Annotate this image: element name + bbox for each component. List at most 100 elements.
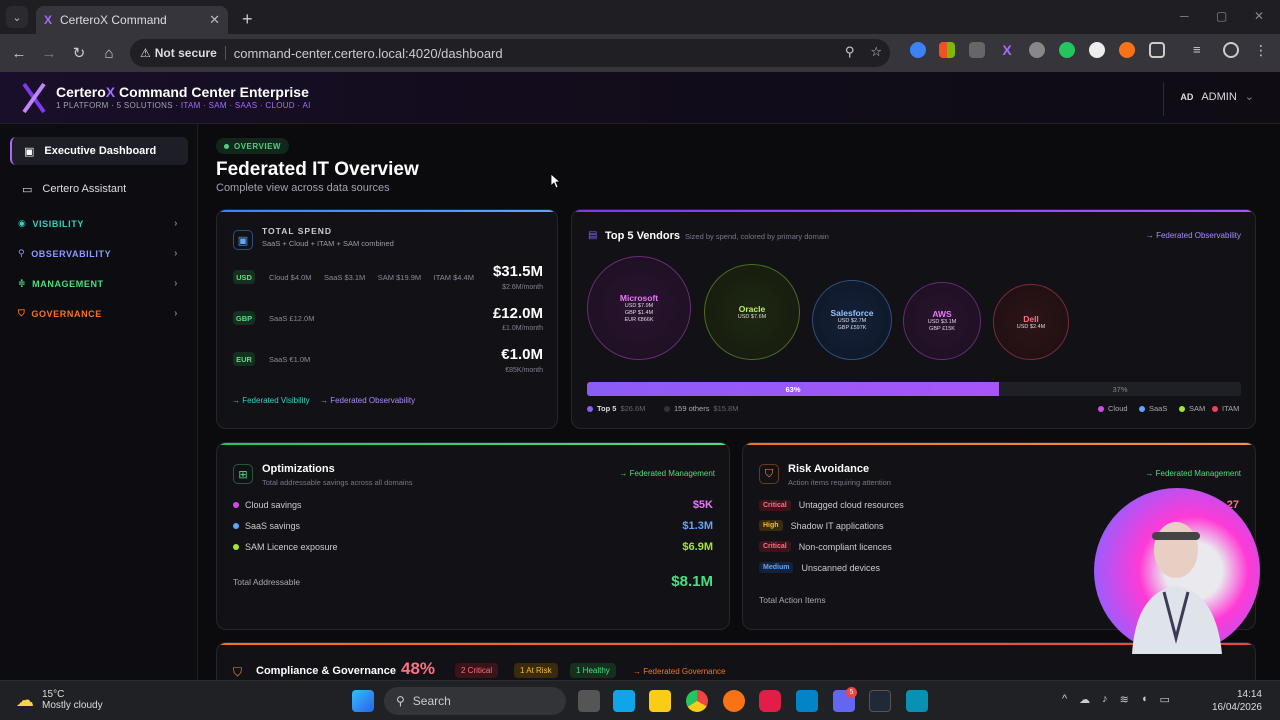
vendor-bubble-aws[interactable]: AWS USD $3.1M GBP £15K bbox=[903, 282, 981, 360]
taskbar-search[interactable]: ⚲ Search bbox=[384, 687, 566, 715]
total-spend-card: ▣ TOTAL SPEND SaaS + Cloud + ITAM + SAM … bbox=[216, 209, 558, 429]
savings-row: SAM Licence exposure $6.9M bbox=[233, 541, 713, 553]
cloud-extension-icon[interactable] bbox=[1089, 42, 1105, 58]
onedrive-icon[interactable]: ☁ bbox=[1079, 693, 1090, 706]
back-icon[interactable]: ← bbox=[4, 45, 34, 62]
vendor-bubble-oracle[interactable]: Oracle USD $7.6M bbox=[704, 264, 800, 360]
camera-extension-icon[interactable] bbox=[969, 42, 985, 58]
close-window-icon[interactable]: ✕ bbox=[1254, 9, 1264, 23]
currency-detail: SaaS €1.0M bbox=[269, 355, 311, 364]
battery-icon[interactable]: ▭ bbox=[1160, 693, 1170, 706]
sidebar-group-management[interactable]: ≑ MANAGEMENT › bbox=[18, 278, 178, 289]
currency-tag: EUR bbox=[233, 352, 255, 366]
extension-icon[interactable] bbox=[910, 42, 926, 58]
green-extension-icon[interactable] bbox=[1059, 42, 1075, 58]
zoom-icon[interactable]: ⚲ bbox=[845, 44, 855, 60]
sidebar-item-certero-assistant[interactable]: ▭ Certero Assistant bbox=[10, 175, 188, 203]
federated-visibility-link[interactable]: → Federated Visibility bbox=[232, 396, 310, 405]
compliance-percent: 48% bbox=[401, 659, 436, 678]
federated-management-link[interactable]: → Federated Management bbox=[1145, 469, 1241, 478]
app-brand: CerteroX Command Center Enterprise bbox=[56, 84, 309, 100]
savings-row: SaaS savings $1.3M bbox=[233, 520, 713, 532]
status-dot bbox=[224, 143, 229, 149]
card-title: Compliance & Governance bbox=[256, 665, 396, 677]
federated-observability-link[interactable]: → Federated Observability bbox=[1146, 231, 1241, 240]
home-icon[interactable]: ⌂ bbox=[94, 45, 124, 62]
vendor-share-bar-rest: 37% bbox=[1112, 384, 1128, 394]
wifi-icon[interactable]: ≋ bbox=[1120, 693, 1129, 706]
tab-close-icon[interactable]: ✕ bbox=[209, 12, 220, 28]
extensions-puzzle-icon[interactable] bbox=[1149, 42, 1165, 58]
media-control-icon[interactable]: ≡ bbox=[1193, 42, 1209, 58]
sidebar-group-observability[interactable]: ⚲ OBSERVABILITY › bbox=[18, 248, 178, 259]
mouse-cursor-icon bbox=[551, 174, 561, 188]
chat-icon: ▭ bbox=[22, 183, 33, 196]
eye-icon: ◉ bbox=[18, 218, 27, 228]
forward-icon[interactable]: → bbox=[34, 45, 64, 62]
federated-management-link[interactable]: → Federated Management bbox=[619, 469, 715, 478]
weather-widget[interactable]: ☁ 15°C Mostly cloudy bbox=[16, 689, 103, 711]
shield-icon: ⛉ bbox=[759, 464, 779, 484]
search-icon: ⚲ bbox=[396, 694, 405, 708]
teams-badge: 5 bbox=[846, 687, 857, 698]
vendor-bubble-dell[interactable]: Dell USD $2.4M bbox=[993, 284, 1069, 360]
tab-title: CerteroX Command bbox=[60, 13, 167, 27]
profile-icon[interactable] bbox=[1223, 42, 1239, 58]
store-icon[interactable] bbox=[613, 690, 635, 712]
others-summary: 159 others $15.8M bbox=[664, 404, 738, 413]
weather-cloud-icon: ☁ bbox=[16, 689, 34, 710]
vendor-share-bar-fill: 63% bbox=[587, 382, 1000, 396]
spend-per-month: $2.6M/month bbox=[502, 284, 543, 291]
windows-start-icon[interactable] bbox=[352, 690, 374, 712]
bookmark-star-icon[interactable]: ☆ bbox=[870, 44, 882, 60]
clock[interactable]: 14:14 16/04/2026 bbox=[1212, 688, 1262, 714]
browser-tab[interactable]: X CerteroX Command ✕ bbox=[36, 6, 228, 34]
sidebar-group-visibility[interactable]: ◉ VISIBILITY › bbox=[18, 218, 178, 229]
certerox-extension-icon[interactable]: X bbox=[999, 42, 1015, 58]
tab-search-icon[interactable]: ⌄ bbox=[6, 6, 28, 28]
wallet-icon: ▣ bbox=[233, 230, 253, 250]
user-menu[interactable]: AD ADMIN ⌄ bbox=[1180, 90, 1254, 104]
microphone-icon[interactable]: ♪ bbox=[1102, 693, 1108, 706]
card-title: TOTAL SPEND bbox=[262, 226, 333, 236]
claude-icon[interactable] bbox=[723, 690, 745, 712]
microsoft-extension-icon[interactable] bbox=[939, 42, 955, 58]
new-tab-icon[interactable]: + bbox=[242, 10, 253, 28]
security-indicator[interactable]: ⚠ Not secure bbox=[140, 46, 226, 60]
volume-icon[interactable]: ◖ bbox=[1141, 693, 1148, 706]
federated-observability-link[interactable]: → Federated Observability bbox=[320, 396, 415, 405]
file-explorer-icon[interactable] bbox=[649, 690, 671, 712]
address-bar[interactable]: ⚠ Not secure command-center.certero.local… bbox=[130, 39, 890, 67]
task-view-icon[interactable] bbox=[578, 690, 600, 712]
slack-icon[interactable] bbox=[759, 690, 781, 712]
card-accent bbox=[217, 443, 729, 445]
reload-icon[interactable]: ↻ bbox=[64, 44, 94, 62]
tray-overflow-icon[interactable]: ^ bbox=[1062, 693, 1067, 706]
federated-governance-link[interactable]: → Federated Governance bbox=[633, 667, 726, 676]
browser-menu-icon[interactable]: ⋮ bbox=[1254, 42, 1270, 58]
minimize-icon[interactable]: ─ bbox=[1180, 9, 1189, 23]
claude-extension-icon[interactable] bbox=[1119, 42, 1135, 58]
app-tagline: 1 PLATFORM · 5 SOLUTIONS · ITAM · SAM · … bbox=[56, 101, 311, 110]
currency-tag: GBP bbox=[233, 311, 255, 325]
card-title: Top 5 Vendors bbox=[605, 230, 680, 242]
total-addressable-row: Total Addressable $8.1M bbox=[233, 573, 713, 590]
url-text[interactable]: command-center.certero.local:4020/dashbo… bbox=[234, 46, 503, 61]
sidebar-group-governance[interactable]: ⛉ GOVERNANCE › bbox=[18, 308, 178, 319]
terminal-icon[interactable] bbox=[869, 690, 891, 712]
app-header: CerteroX Command Center Enterprise 1 PLA… bbox=[0, 72, 1280, 124]
sidebar-item-executive-dashboard[interactable]: ▣ Executive Dashboard bbox=[10, 137, 188, 165]
tab-favicon-icon: X bbox=[44, 13, 53, 27]
photos-icon[interactable] bbox=[906, 690, 928, 712]
vendor-bubble-microsoft[interactable]: Microsoft USD $7.9M GBP $1.4M EUR €866K bbox=[587, 256, 691, 360]
legend-itam: ITAM bbox=[1212, 404, 1239, 413]
outlook-icon[interactable] bbox=[796, 690, 818, 712]
card-title: Optimizations bbox=[262, 463, 335, 475]
maximize-icon[interactable]: ▢ bbox=[1216, 9, 1227, 23]
chrome-icon[interactable] bbox=[686, 690, 708, 712]
shield-icon: ⛉ bbox=[18, 308, 26, 318]
chevron-right-icon: › bbox=[174, 248, 178, 259]
shield-extension-icon[interactable] bbox=[1029, 42, 1045, 58]
card-subtitle: Action items requiring attention bbox=[788, 478, 891, 487]
vendor-bubble-salesforce[interactable]: Salesforce USD $2.7M GBP £597K bbox=[812, 280, 892, 360]
